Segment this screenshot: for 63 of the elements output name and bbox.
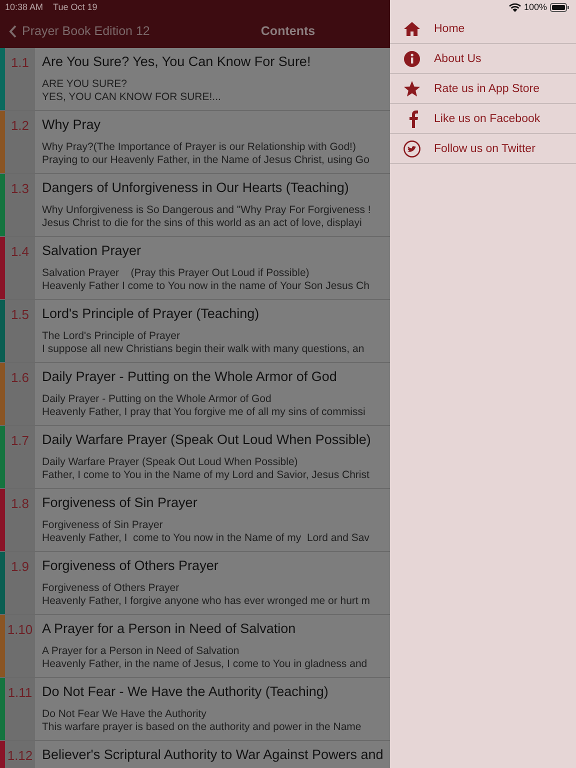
section-number: 1.6: [5, 363, 35, 425]
bird-icon: [403, 140, 421, 158]
section-preview: Do Not Fear We Have the Authority: [42, 708, 206, 720]
section-preview: Heavenly Father, I forgive anyone who has ever wronged me or hurt m: [42, 594, 370, 607]
battery-icon: [550, 2, 570, 12]
section-number: 1.3: [5, 174, 35, 236]
section-number: 1.2: [5, 111, 35, 173]
section-preview: Forgiveness of Sin Prayer: [42, 519, 163, 532]
section-title[interactable]: Are You Sure? Yes, You Can Know For Sure!: [42, 54, 311, 69]
section-preview: Daily Prayer - Putting on the Whole Armor of God: [42, 393, 272, 406]
section-preview: This warfare prayer is based on the authority and power in the Name: [42, 720, 362, 733]
menu-item[interactable]: Rate us in App Store: [390, 74, 576, 104]
menu-item[interactable]: Like us on Facebook: [390, 104, 576, 134]
nav-title: Contents: [260, 24, 316, 38]
section-preview: Why Pray?(The Importance of Prayer is our Relationship with God!): [42, 141, 356, 154]
section-preview: Heavenly Father, in the name of Jesus, I come to You in gladness and: [42, 658, 368, 670]
section-preview: The Lord's Principle of Prayer: [42, 330, 180, 342]
section-number: 1.9: [5, 552, 35, 614]
section-title[interactable]: Forgiveness of Sin Prayer: [42, 495, 198, 510]
section-number: 1.12: [5, 741, 35, 768]
status-time: 10:38 AM: [5, 2, 44, 12]
wifi-icon: [508, 2, 521, 12]
section-preview: Jesus Christ to die for the sins of this world as an act of love, displayi: [42, 216, 362, 229]
menu-item[interactable]: Home: [390, 14, 576, 44]
battery-percent: 100%: [524, 2, 547, 12]
section-title[interactable]: Salvation Prayer: [42, 243, 142, 258]
section-preview: Daily Warfare Prayer (Speak Out Loud When Possible): [42, 456, 298, 468]
section-number: 1.1: [5, 48, 35, 110]
section-title[interactable]: Daily Prayer - Putting on the Whole Armor of God: [42, 369, 337, 384]
back-button[interactable]: Prayer Book Edition 12: [0, 24, 150, 38]
section-preview: Father, I come to You in the Name of my Lord and Savior, Jesus Christ: [42, 468, 370, 481]
section-title[interactable]: Believer's Scriptural Authority to War Against Powers and: [42, 747, 384, 762]
section-preview: Heavenly Father I come to You now in the name of Your Son Jesus Ch: [42, 280, 370, 292]
section-title[interactable]: Lord's Principle of Prayer (Teaching): [42, 306, 260, 321]
section-title[interactable]: Daily Warfare Prayer (Speak Out Loud When Possible): [42, 432, 371, 447]
section-number: 1.5: [5, 300, 35, 362]
section-preview: ARE YOU SURE?: [42, 78, 127, 90]
menu-item[interactable]: About Us: [390, 44, 576, 74]
section-title[interactable]: Do Not Fear - We Have the Authority (Teaching): [42, 684, 328, 699]
chevron-icon: [9, 24, 17, 38]
section-number: 1.7: [5, 426, 35, 488]
section-number: 1.10: [5, 615, 35, 677]
menu-item[interactable]: Follow us on Twitter: [390, 134, 576, 164]
home-icon: [403, 20, 421, 37]
section-preview: YES, YOU CAN KNOW FOR SURE!...: [42, 90, 221, 103]
section-number: 1.11: [5, 678, 35, 740]
section-preview: I suppose all new Christians begin their walk with many questions, an: [42, 342, 364, 355]
section-preview: A Prayer for a Person in Need of Salvation: [42, 645, 240, 658]
section-preview: Heavenly Father, I pray that You forgive me of all my sins of commissi: [42, 406, 366, 418]
section-title[interactable]: A Prayer for a Person in Need of Salvation: [42, 621, 296, 636]
section-preview: Salvation Prayer (Pray this Prayer Out Loud if Possible): [42, 267, 310, 280]
section-title[interactable]: Dangers of Unforgiveness in Our Hearts (Teaching): [42, 180, 349, 195]
status-date: Tue Oct 19: [53, 2, 98, 12]
section-number: 1.4: [5, 237, 35, 299]
section-preview: Why Unforgiveness is So Dangerous and "Why Pray For Forgiveness !: [42, 204, 371, 216]
section-preview: Praying to our Heavenly Father, in the Name of Jesus Christ, using Go: [42, 154, 370, 166]
section-title[interactable]: Forgiveness of Others Prayer: [42, 558, 218, 573]
section-number: 1.8: [5, 489, 35, 551]
star-icon: [403, 80, 421, 98]
info-icon: [403, 50, 421, 68]
section-preview: Heavenly Father, I come to You now in the Name of my Lord and Sav: [42, 532, 370, 544]
section-preview: Forgiveness of Others Prayer: [42, 582, 180, 594]
section-title[interactable]: Why Pray: [42, 117, 101, 132]
